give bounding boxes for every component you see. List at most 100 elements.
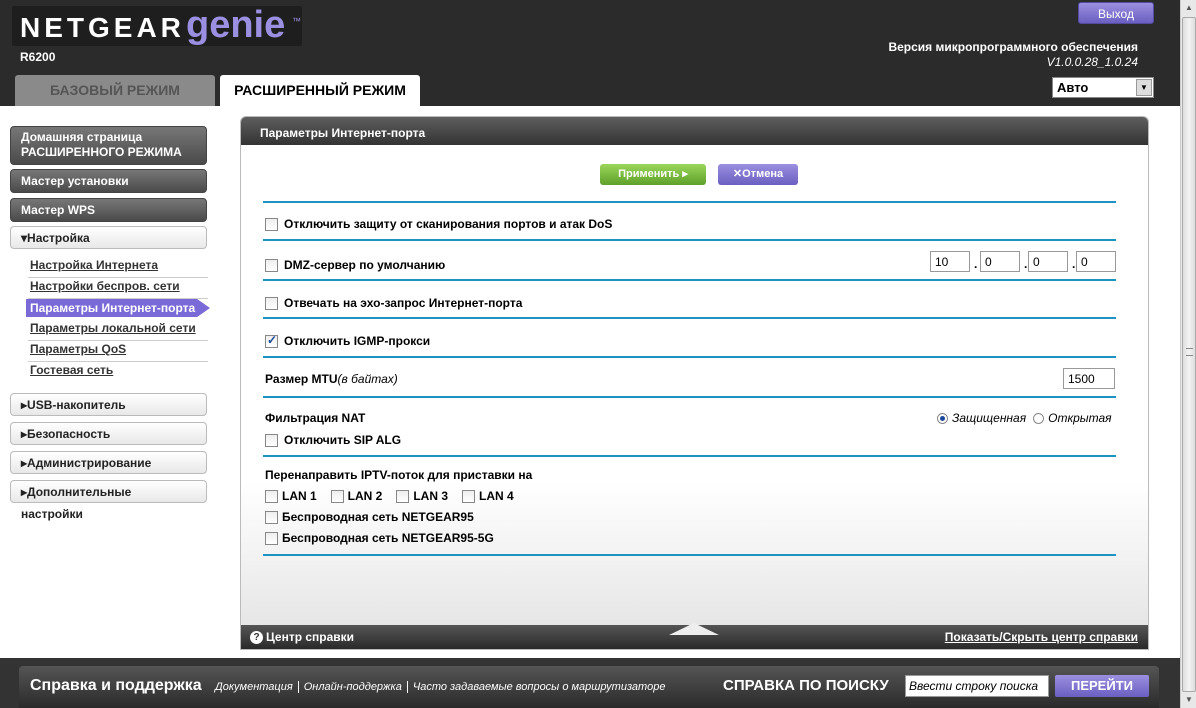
ip-dot: . xyxy=(1072,257,1076,271)
disable-dos-label: Отключить защиту от сканирования портов … xyxy=(284,217,613,231)
mtu-input[interactable]: 1500 xyxy=(1063,368,1115,389)
divider xyxy=(263,396,1116,398)
wifi-24-checkbox[interactable] xyxy=(265,510,278,524)
lan3-checkbox[interactable] xyxy=(396,489,410,503)
lan2-checkbox[interactable] xyxy=(330,489,344,503)
main-area: Домашняя страница РАСШИРЕННОГО РЕЖИМА Ма… xyxy=(0,106,1180,658)
divider xyxy=(263,455,1116,457)
documentation-link[interactable]: Документация xyxy=(215,681,299,693)
echo-checkbox[interactable] xyxy=(265,296,278,310)
panel-title: Параметры Интернет-порта xyxy=(241,117,1148,145)
sidebar-item-wan-setup[interactable]: Параметры Интернет-порта xyxy=(26,299,210,317)
sidebar-item-guest-network[interactable]: Гостевая сеть xyxy=(30,363,113,377)
apply-button[interactable]: Применить ▸ xyxy=(600,164,706,185)
divider xyxy=(263,554,1116,556)
sidebar-security[interactable]: ▸Безопасность xyxy=(10,422,207,445)
mtu-row: Размер MTU (в байтах) xyxy=(265,372,398,386)
sidebar-administration[interactable]: ▸Администрирование xyxy=(10,451,207,474)
divider xyxy=(263,239,1116,241)
online-support-link[interactable]: Онлайн-поддержка xyxy=(299,681,408,693)
echo-row: Отвечать на эхо-запрос Интернет-порта xyxy=(265,296,522,310)
wifi-24-label: Беспроводная сеть NETGEAR95 xyxy=(282,510,474,524)
sidebar-item-qos[interactable]: Параметры QoS xyxy=(30,342,126,356)
wifi-5-checkbox[interactable] xyxy=(265,531,278,545)
sidebar-usb-storage[interactable]: ▸USB-накопитель xyxy=(10,393,207,416)
divider xyxy=(263,356,1116,358)
divider xyxy=(263,279,1116,281)
lan4-label: LAN 4 xyxy=(479,489,514,503)
dmz-ip-octet-4[interactable]: 0 xyxy=(1076,251,1116,272)
lan-ports-row: LAN 1 LAN 2 LAN 3 LAN 4 xyxy=(265,489,514,503)
divider xyxy=(263,201,1116,203)
divider xyxy=(28,277,208,278)
lan2-label: LAN 2 xyxy=(347,489,383,503)
nat-secure-label: Защищенная xyxy=(952,411,1027,425)
sidebar-settings[interactable]: ▾Настройка xyxy=(10,226,207,249)
footer-links: Документация Онлайн-поддержка Часто зада… xyxy=(215,681,670,693)
dmz-ip-octet-1[interactable]: 10 xyxy=(930,251,970,272)
igmp-label: Отключить IGMP-прокси xyxy=(284,334,431,348)
igmp-row: Отключить IGMP-прокси xyxy=(265,333,431,348)
brand-word: NETGEAR xyxy=(20,12,185,43)
dmz-label: DMZ-сервер по умолчанию xyxy=(284,258,446,272)
sip-row: Отключить SIP ALG xyxy=(265,433,401,447)
sidebar-advanced-setup[interactable]: ▸Дополнительные настройки xyxy=(10,480,207,521)
help-bar: ? Центр справки Показать/Скрыть центр сп… xyxy=(241,623,1148,649)
lan4-checkbox[interactable] xyxy=(462,489,476,503)
panel-body: Применить ▸ ✕Отмена Отключить защиту от … xyxy=(241,145,1148,627)
toggle-help-link[interactable]: Показать/Скрыть центр справки xyxy=(945,630,1138,644)
sidebar-home[interactable]: Домашняя страница РАСШИРЕННОГО РЕЖИМА xyxy=(10,126,207,165)
divider xyxy=(28,361,208,362)
lan1-checkbox[interactable] xyxy=(265,489,278,503)
nat-open-radio[interactable] xyxy=(1033,412,1045,424)
nat-filter-options: Защищенная Открытая xyxy=(937,411,1112,425)
disable-dos-checkbox[interactable] xyxy=(265,217,278,231)
igmp-checkbox[interactable] xyxy=(265,333,278,348)
divider xyxy=(28,298,208,299)
sidebar-home-line2: РАСШИРЕННОГО РЕЖИМА xyxy=(21,145,182,159)
scroll-down-icon[interactable]: ▼ xyxy=(1181,692,1196,708)
sidebar-item-lan-setup[interactable]: Параметры локальной сети xyxy=(30,321,196,335)
search-go-button[interactable]: ПЕРЕЙТИ xyxy=(1055,675,1149,697)
ip-dot: . xyxy=(1024,257,1028,271)
dmz-checkbox[interactable] xyxy=(265,258,278,272)
sidebar-item-internet-setup[interactable]: Настройка Интернета xyxy=(30,258,158,272)
tab-basic[interactable]: БАЗОВЫЙ РЕЖИМ xyxy=(15,75,215,106)
chevron-down-icon[interactable]: ▼ xyxy=(1136,79,1152,96)
tab-advanced[interactable]: РАСШИРЕННЫЙ РЕЖИМ xyxy=(220,75,420,106)
cancel-button[interactable]: ✕Отмена xyxy=(718,164,798,185)
dmz-ip-octet-2[interactable]: 0 xyxy=(980,251,1020,272)
faq-link[interactable]: Часто задаваемые вопросы о маршрутизатор… xyxy=(408,681,671,693)
language-select[interactable]: Авто ▼ xyxy=(1052,77,1154,98)
model-name: R6200 xyxy=(20,50,56,64)
wifi-5-row: Беспроводная сеть NETGEAR95-5G xyxy=(265,531,494,545)
dmz-ip-octet-3[interactable]: 0 xyxy=(1028,251,1068,272)
nat-secure-radio[interactable] xyxy=(937,412,948,424)
firmware-version: V1.0.0.28_1.0.24 xyxy=(1046,55,1138,69)
mtu-unit: (в байтах) xyxy=(337,372,398,386)
firmware-label: Версия микропрограммного обеспечения xyxy=(888,40,1138,54)
vertical-scrollbar[interactable]: ▲ ▼ xyxy=(1180,0,1196,708)
collapse-arrow-icon[interactable] xyxy=(669,623,719,635)
wifi-5-label: Беспроводная сеть NETGEAR95-5G xyxy=(282,531,494,545)
logout-button[interactable]: Выход xyxy=(1078,2,1154,24)
scroll-up-icon[interactable]: ▲ xyxy=(1181,0,1196,16)
grip-icon xyxy=(1186,348,1193,356)
echo-label: Отвечать на эхо-запрос Интернет-порта xyxy=(284,296,523,310)
sidebar-wps-wizard[interactable]: Мастер WPS xyxy=(10,198,207,222)
sidebar-setup-wizard[interactable]: Мастер установки xyxy=(10,169,207,193)
scroll-thumb[interactable] xyxy=(1182,17,1196,692)
dmz-row: DMZ-сервер по умолчанию xyxy=(265,258,445,272)
help-center-label: Центр справки xyxy=(266,630,355,644)
mtu-label: Размер MTU xyxy=(265,372,338,386)
sidebar-item-wireless-settings[interactable]: Настройки беспров. сети xyxy=(30,279,180,293)
sip-alg-checkbox[interactable] xyxy=(265,433,278,447)
ip-dot: . xyxy=(974,257,978,271)
footer-title: Справка и поддержка xyxy=(30,677,202,694)
divider xyxy=(263,317,1116,319)
lan3-label: LAN 3 xyxy=(413,489,449,503)
help-center-toggle[interactable]: ? Центр справки xyxy=(250,630,354,644)
brand-genie: genie xyxy=(186,4,286,46)
search-input[interactable]: Ввести строку поиска xyxy=(905,675,1049,697)
settings-panel: Параметры Интернет-порта Применить ▸ ✕От… xyxy=(240,116,1149,650)
